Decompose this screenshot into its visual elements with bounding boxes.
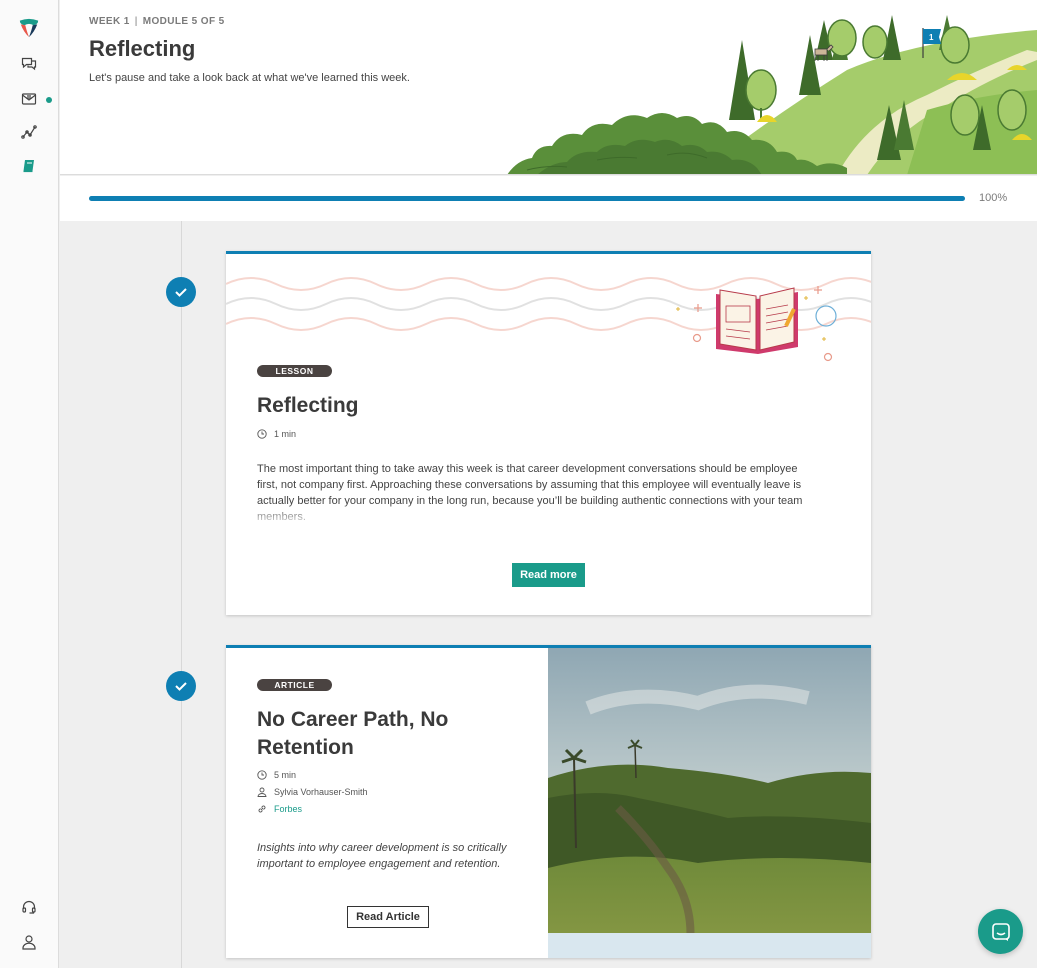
page-subtitle: Let's pause and take a look back at what… (89, 72, 410, 84)
duration-text: 1 min (274, 429, 297, 439)
unread-indicator (46, 97, 52, 103)
article-title: No Career Path, No Retention (257, 708, 449, 759)
breadcrumb: WEEK 1 | MODULE 5 OF 5 (89, 16, 225, 27)
author-meta: Sylvia Vorhauser-Smith (257, 787, 368, 797)
lesson-card: LESSON Reflecting 1 min The most importa… (226, 251, 871, 615)
progress-bar (89, 196, 965, 201)
completed-check-icon (166, 277, 196, 307)
card-header-illustration (226, 277, 871, 362)
support-chat-button[interactable] (978, 909, 1023, 954)
source-meta[interactable]: Forbes (257, 804, 302, 814)
logo-icon[interactable] (18, 17, 40, 39)
clock-icon (257, 770, 267, 780)
headset-icon[interactable] (18, 896, 40, 918)
duration-meta: 1 min (257, 429, 296, 439)
book-icon[interactable] (18, 155, 40, 177)
week-label: WEEK 1 (89, 16, 130, 27)
person-icon (257, 787, 267, 797)
chat-bubbles-icon[interactable] (18, 53, 40, 75)
timeline-line (181, 221, 182, 968)
progress-bar-fill (89, 196, 965, 201)
breadcrumb-separator: | (134, 16, 138, 27)
author-name: Sylvia Vorhauser-Smith (274, 787, 368, 797)
module-label: MODULE 5 OF 5 (142, 16, 225, 27)
source-link[interactable]: Forbes (274, 804, 302, 814)
module-header: WEEK 1 | MODULE 5 OF 5 Reflecting Let's pa… (60, 0, 1037, 175)
lesson-title: Reflecting (257, 394, 359, 417)
duration-text: 5 min (274, 770, 297, 780)
article-photo (548, 648, 871, 958)
progress-section: 100% (60, 176, 1037, 221)
article-summary: Insights into why career development is … (257, 842, 507, 870)
completed-check-icon (166, 671, 196, 701)
article-card: ARTICLE No Career Path, No Retention 5 m… (226, 645, 871, 958)
page-title: Reflecting (89, 36, 196, 61)
user-icon[interactable] (18, 931, 40, 953)
inbox-icon[interactable] (18, 88, 40, 110)
content-type-badge: ARTICLE (257, 679, 332, 691)
link-icon (258, 805, 266, 813)
progress-label: 100% (979, 192, 1008, 204)
clock-icon (257, 429, 267, 439)
analytics-icon[interactable] (18, 121, 40, 143)
landscape-illustration: 1 (507, 15, 1037, 174)
flag-number: 1 (929, 33, 934, 42)
sidebar (0, 0, 59, 968)
read-more-button[interactable]: Read more (512, 563, 585, 587)
duration-meta: 5 min (257, 770, 296, 780)
chat-icon (991, 922, 1010, 941)
excerpt-fade (257, 504, 837, 528)
content-type-badge: LESSON (257, 365, 332, 377)
read-article-button[interactable]: Read Article (347, 906, 429, 928)
